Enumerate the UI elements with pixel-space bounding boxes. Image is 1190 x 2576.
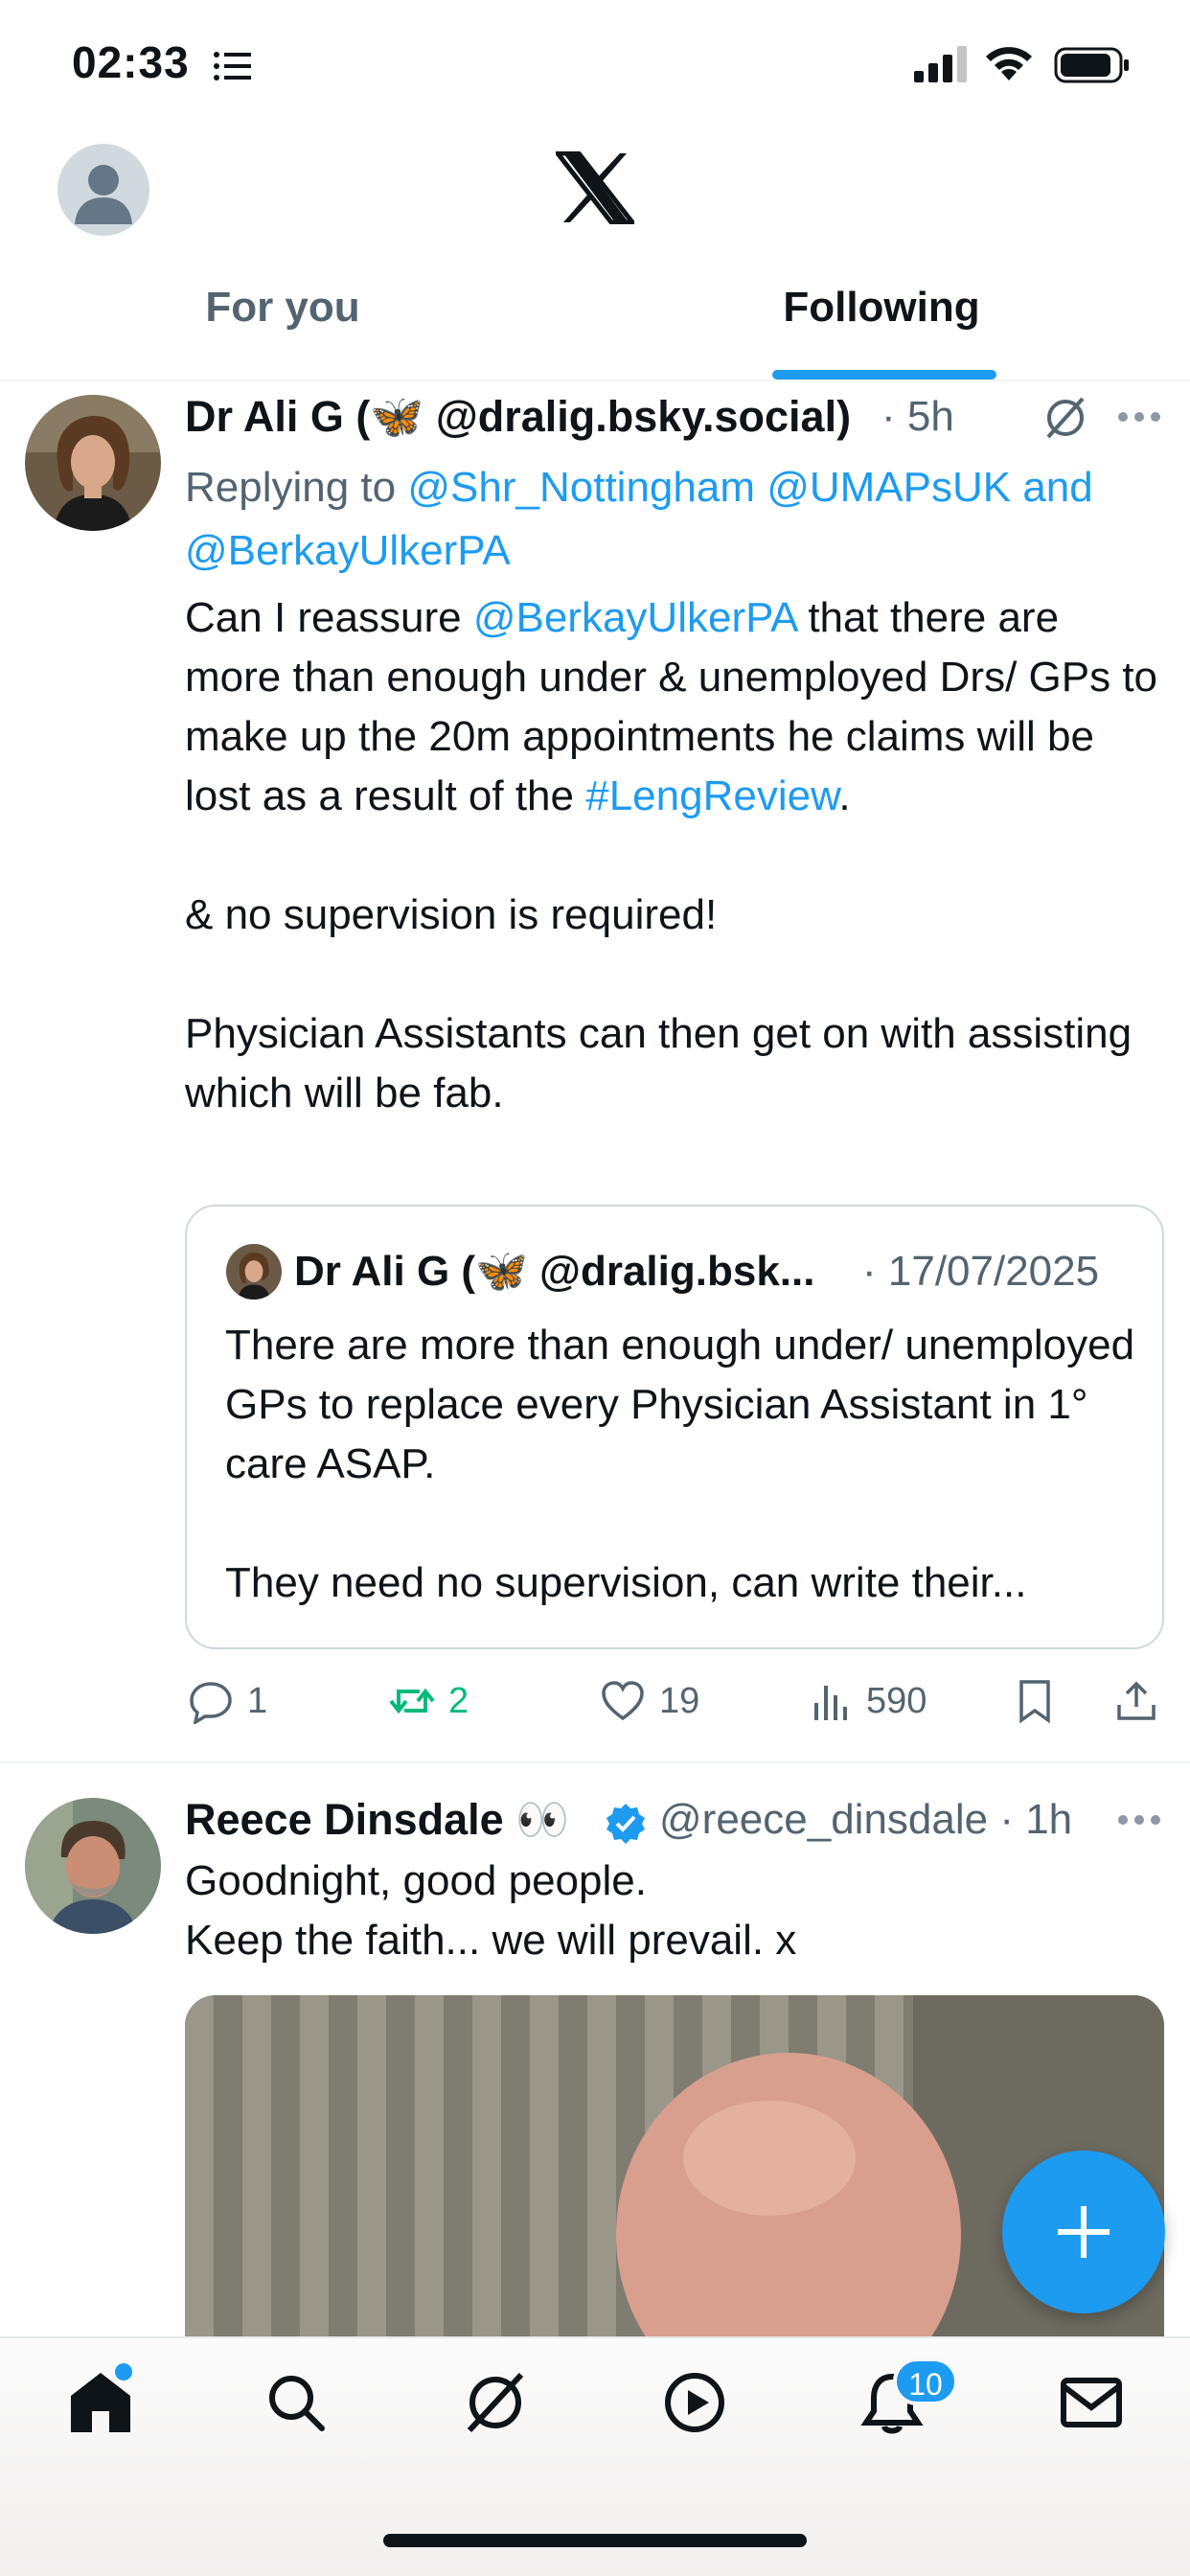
like-count: 19 <box>659 1680 700 1721</box>
heart-icon <box>602 1681 644 1721</box>
replying-to-label: Replying to <box>185 464 408 511</box>
home-unread-dot <box>115 2363 132 2380</box>
bookmark-button[interactable] <box>1012 1677 1071 1725</box>
more-options-icon[interactable] <box>1117 410 1161 424</box>
tweet-divider <box>0 1761 1190 1763</box>
author-avatar[interactable] <box>25 395 161 531</box>
quoted-author-avatar <box>226 1244 282 1300</box>
hashtag-link[interactable]: #LengReview <box>585 772 838 819</box>
active-tab-indicator <box>772 370 996 380</box>
quoted-tweet-text: There are more than enough under/ unempl… <box>225 1316 1145 1613</box>
more-options-icon[interactable] <box>1117 1813 1161 1827</box>
quoted-tweet-date: · 17/07/2025 <box>862 1248 1100 1295</box>
bookmark-icon <box>1019 1680 1050 1724</box>
author-name[interactable]: Dr Ali G (🦋 @dralig.bsky.social) <box>185 391 851 442</box>
replying-to: Replying to @Shr_Nottingham @UMAPsUK and… <box>185 456 1162 583</box>
author-handle-and-time[interactable]: @reece_dinsdale · 1h <box>659 1796 1072 1844</box>
tweet-text: Goodnight, good people. Keep the faith..… <box>185 1852 1162 1970</box>
repost-button[interactable]: 2 <box>389 1677 469 1725</box>
views-count: 590 <box>866 1680 927 1721</box>
repost-icon <box>389 1688 435 1714</box>
views-button[interactable]: 590 <box>807 1677 927 1725</box>
share-icon <box>1117 1681 1156 1720</box>
views-chart-icon <box>814 1686 847 1720</box>
reply-button[interactable]: 1 <box>188 1677 267 1725</box>
share-button[interactable] <box>1113 1677 1173 1725</box>
mention-link[interactable]: @BerkayUlkerPA <box>473 594 796 641</box>
compose-post-button[interactable] <box>1002 2150 1165 2313</box>
tweet-line: Keep the faith... we will prevail. x <box>185 1917 797 1964</box>
status-time: 02:33 <box>72 37 190 87</box>
reply-icon <box>190 1682 232 1724</box>
quoted-paragraph: There are more than enough under/ unempl… <box>225 1322 1135 1487</box>
verified-badge-icon <box>606 1804 645 1844</box>
tweet-paragraph: & no supervision is required! <box>185 891 718 938</box>
notification-count-badge: 10 <box>893 2358 958 2405</box>
video-play-icon[interactable] <box>661 2369 728 2436</box>
user-silhouette-icon <box>75 165 132 224</box>
tab-following[interactable]: Following <box>757 284 1006 332</box>
grok-icon[interactable] <box>462 2369 529 2436</box>
plus-icon <box>1058 2206 1110 2258</box>
list-icon <box>214 52 251 80</box>
mail-icon[interactable] <box>1058 2369 1125 2436</box>
tweet-text: Can I reassure @BerkayUlkerPA that there… <box>185 588 1162 1123</box>
wifi-icon <box>986 47 1032 80</box>
tweet-text-segment: . <box>838 772 851 819</box>
reply-count: 1 <box>247 1680 268 1721</box>
profile-avatar[interactable] <box>57 144 149 236</box>
repost-count: 2 <box>448 1680 469 1721</box>
author-name[interactable]: Reece Dinsdale 👀 <box>185 1794 569 1845</box>
header-divider <box>0 380 1190 381</box>
search-icon[interactable] <box>263 2369 330 2436</box>
like-button[interactable]: 19 <box>600 1677 699 1725</box>
quoted-paragraph: They need no supervision, can write thei… <box>225 1559 1027 1606</box>
grok-icon[interactable] <box>1042 395 1088 441</box>
tab-for-you[interactable]: For you <box>163 284 402 332</box>
battery-icon <box>1054 47 1129 83</box>
quoted-author-name: Dr Ali G (🦋 @dralig.bsk... <box>294 1248 815 1295</box>
home-indicator <box>383 2534 807 2547</box>
tweet-paragraph: Physician Assistants can then get on wit… <box>185 1010 1133 1116</box>
author-avatar[interactable] <box>25 1798 161 1934</box>
cellular-signal-icon <box>914 46 967 82</box>
x-logo-icon[interactable] <box>556 151 634 224</box>
tweet-text-segment: Can I reassure <box>185 594 473 641</box>
tweet-timestamp[interactable]: · 5h <box>881 393 954 441</box>
tweet-line: Goodnight, good people. <box>185 1857 647 1904</box>
